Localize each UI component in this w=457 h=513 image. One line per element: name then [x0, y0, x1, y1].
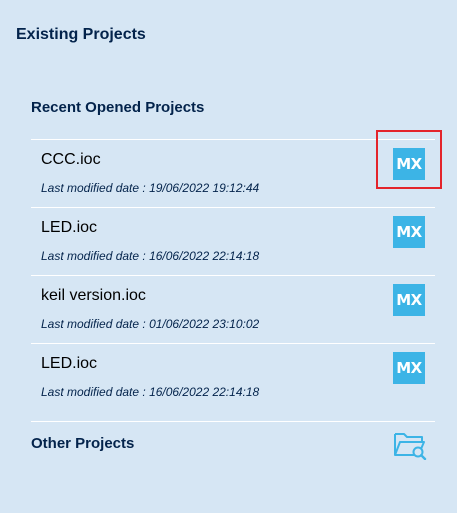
- recent-project-row[interactable]: keil version.ioc Last modified date : 01…: [31, 276, 435, 344]
- project-name[interactable]: keil version.ioc: [41, 287, 146, 305]
- folder-search-icon[interactable]: [393, 428, 427, 460]
- project-date: Last modified date : 16/06/2022 22:14:18: [41, 249, 260, 263]
- recent-project-row[interactable]: LED.ioc Last modified date : 16/06/2022 …: [31, 208, 435, 276]
- project-name[interactable]: LED.ioc: [41, 219, 97, 237]
- project-date: Last modified date : 01/06/2022 23:10:02: [41, 317, 260, 331]
- mx-icon[interactable]: MX: [393, 352, 425, 384]
- other-projects-title[interactable]: Other Projects: [31, 435, 134, 452]
- project-name[interactable]: LED.ioc: [41, 355, 97, 373]
- project-date: Last modified date : 19/06/2022 19:12:44: [41, 181, 260, 195]
- project-name[interactable]: CCC.ioc: [41, 151, 101, 169]
- recent-project-row[interactable]: CCC.ioc Last modified date : 19/06/2022 …: [31, 140, 435, 208]
- panel-title: Existing Projects: [16, 26, 146, 43]
- recent-projects-title: Recent Opened Projects: [31, 99, 205, 116]
- mx-icon[interactable]: MX: [393, 216, 425, 248]
- divider: [31, 421, 435, 422]
- recent-project-row[interactable]: LED.ioc Last modified date : 16/06/2022 …: [31, 344, 435, 412]
- project-date: Last modified date : 16/06/2022 22:14:18: [41, 385, 260, 399]
- highlight-box: [376, 130, 442, 189]
- mx-icon[interactable]: MX: [393, 284, 425, 316]
